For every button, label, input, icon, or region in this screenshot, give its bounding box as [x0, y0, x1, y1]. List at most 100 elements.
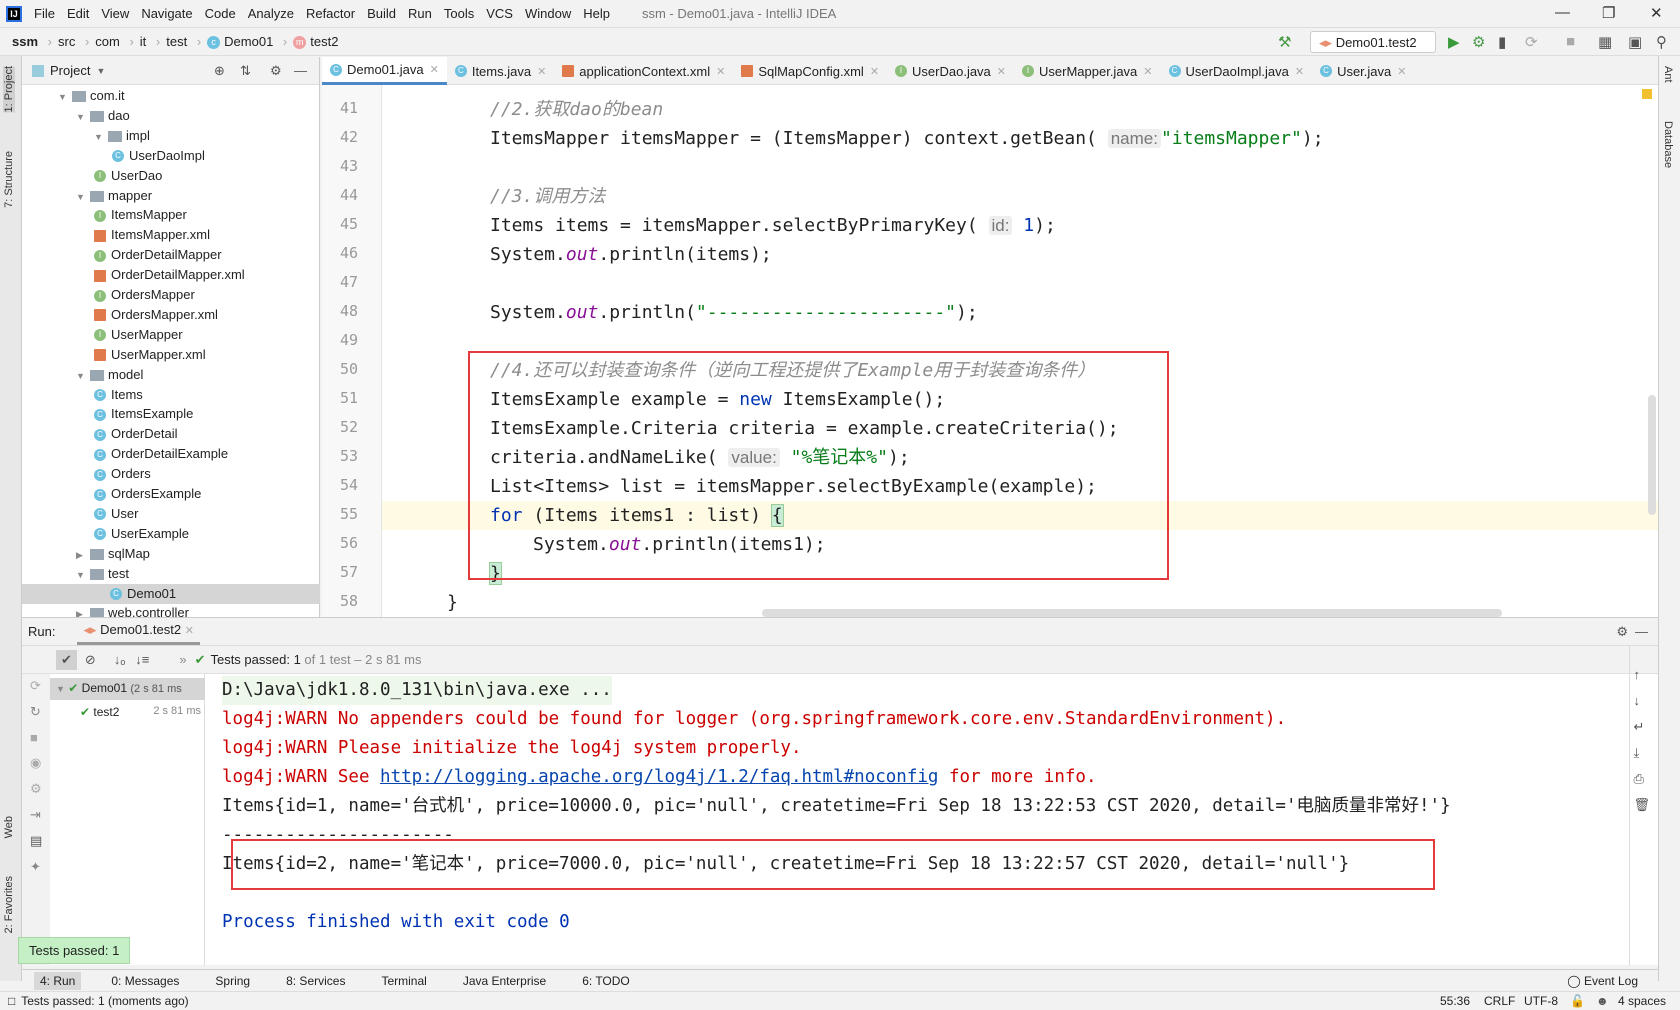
close-tab-icon[interactable]: ✕	[870, 65, 879, 78]
print-icon[interactable]: ⎙	[1633, 766, 1650, 792]
breadcrumb-item[interactable]: test	[166, 34, 201, 49]
sort-duration-icon[interactable]: ↓≡	[135, 652, 149, 667]
tab-items-java[interactable]: C Items.java ✕	[447, 57, 554, 85]
test-row-test2[interactable]: ✔ test2 2 s 81 ms	[50, 702, 205, 722]
run-icon[interactable]: ▶	[1448, 33, 1460, 51]
project-tool-button[interactable]: 1: Project	[3, 66, 15, 113]
tool-window--services[interactable]: 8: Services	[280, 972, 351, 990]
tree-item[interactable]: C OrderDetailExample	[94, 444, 228, 464]
toggle-autotest-icon[interactable]: ↻	[30, 704, 42, 720]
screenshot-icon[interactable]: ◉	[30, 755, 42, 771]
database-tool-button[interactable]: Database	[1662, 121, 1674, 168]
menu-analyze[interactable]: Analyze	[248, 6, 294, 21]
tree-item[interactable]: C User	[94, 504, 138, 524]
file-encoding[interactable]: UTF-8	[1524, 994, 1558, 1008]
indent-setting[interactable]: 4 spaces	[1618, 994, 1666, 1008]
scroll-to-end-icon[interactable]: ⤓	[1633, 740, 1650, 766]
up-arrow-icon[interactable]: ↑	[1633, 662, 1650, 688]
test-row-demo01[interactable]: ▼ ✔ Demo01 (2 s 81 ms	[50, 678, 205, 700]
tree-item[interactable]: C UserExample	[94, 524, 189, 544]
tree-item[interactable]: ▶ sqlMap	[76, 544, 150, 564]
tab-usermapper-java[interactable]: I UserMapper.java ✕	[1014, 57, 1161, 85]
tab-userdao-java[interactable]: I UserDao.java ✕	[887, 57, 1014, 85]
tree-item[interactable]: I OrderDetailMapper	[94, 245, 222, 265]
structure-tool-button[interactable]: 7: Structure	[3, 151, 15, 208]
tool-window--messages[interactable]: 0: Messages	[105, 972, 185, 990]
breadcrumb-item[interactable]: ssm	[12, 34, 52, 49]
tool-window-spring[interactable]: Spring	[209, 972, 256, 990]
tool-window--todo[interactable]: 6: TODO	[576, 972, 636, 990]
layout-icon[interactable]: ▤	[30, 833, 42, 849]
favorites-tool-button[interactable]: 2: Favorites	[3, 876, 15, 933]
show-ignored-icon[interactable]: ⊘	[85, 652, 96, 668]
menu-run[interactable]: Run	[408, 6, 432, 21]
menu-help[interactable]: Help	[583, 6, 610, 21]
tree-item[interactable]: C OrdersExample	[94, 484, 201, 504]
terminal-window-icon[interactable]: ▣	[1628, 33, 1642, 51]
tree-item[interactable]: OrderDetailMapper.xml	[94, 265, 245, 285]
close-tab-icon[interactable]: ✕	[430, 63, 439, 76]
close-tab-icon[interactable]: ✕	[716, 65, 725, 78]
clear-trash-icon[interactable]: 🗑	[1633, 792, 1650, 818]
down-arrow-icon[interactable]: ↓	[1633, 688, 1650, 714]
tab-sqlmapconfig-xml[interactable]: SqlMapConfig.xml ✕	[733, 57, 887, 85]
tree-item[interactable]: ▼ model	[76, 365, 143, 385]
inspector-icon[interactable]: ☻	[1596, 994, 1609, 1008]
tree-item[interactable]: C OrderDetail	[94, 424, 177, 444]
menu-build[interactable]: Build	[367, 6, 396, 21]
tree-item[interactable]: I UserDao	[94, 166, 162, 186]
tool-window-terminal[interactable]: Terminal	[375, 972, 432, 990]
sort-alpha-icon[interactable]: ↓ₒ	[114, 652, 125, 667]
code-line[interactable]: System.out.println(items);	[490, 240, 772, 269]
debug-icon[interactable]: ⚙	[1472, 33, 1485, 51]
editor-vertical-scrollbar[interactable]	[1648, 395, 1656, 515]
code-line[interactable]: Items items = itemsMapper.selectByPrimar…	[490, 211, 1056, 240]
close-tab-icon[interactable]: ✕	[1143, 65, 1152, 78]
menu-vcs[interactable]: VCS	[486, 6, 513, 21]
run-settings-gear-icon[interactable]: ⚙	[1616, 624, 1628, 640]
tree-item[interactable]: C Orders	[94, 464, 151, 484]
event-log-button[interactable]: ◯ Event Log	[1567, 974, 1638, 988]
tree-item[interactable]: I UserMapper	[94, 325, 183, 345]
close-icon[interactable]: ✕	[1650, 4, 1663, 22]
tree-item[interactable]: ▼ mapper	[76, 186, 152, 206]
tree-item[interactable]: C Demo01	[22, 583, 320, 604]
more-icon[interactable]: »	[179, 652, 186, 667]
tree-item[interactable]: ▼ test	[76, 564, 129, 584]
project-structure-icon[interactable]: ▦	[1598, 33, 1612, 51]
close-tab-icon[interactable]: ✕	[185, 625, 194, 637]
stop-icon[interactable]: ■	[1566, 33, 1575, 50]
run-tab[interactable]: ◂▸ Demo01.test2 ✕	[77, 618, 200, 645]
code-editor[interactable]: 41 42 43 44 45 46 47 48 49 50 51 52 53 54 55 56 57 58 //2…	[322, 85, 1658, 617]
close-tab-icon[interactable]: ✕	[997, 65, 1006, 78]
menu-tools[interactable]: Tools	[444, 6, 474, 21]
search-icon[interactable]: ⚲	[1656, 33, 1667, 51]
breadcrumb-item[interactable]: m test2	[293, 34, 344, 50]
rerun-failed-icon[interactable]: ⟳	[30, 678, 42, 694]
hide-run-panel-icon[interactable]: —	[1635, 624, 1648, 639]
menu-view[interactable]: View	[101, 6, 129, 21]
tab-user-java[interactable]: C User.java ✕	[1312, 57, 1414, 85]
expand-down-icon[interactable]: ▼	[76, 187, 90, 207]
soft-wrap-icon[interactable]: ↵	[1633, 714, 1650, 740]
code-line[interactable]: //3.调用方法	[490, 182, 605, 211]
menu-edit[interactable]: Edit	[67, 6, 89, 21]
coverage-icon[interactable]: ▮	[1498, 33, 1506, 51]
code-line[interactable]: ItemsMapper itemsMapper = (ItemsMapper) …	[490, 124, 1324, 153]
tree-item[interactable]: I ItemsMapper	[94, 205, 187, 225]
pin-icon[interactable]: ✦	[30, 859, 42, 875]
log4j-faq-link[interactable]: http://logging.apache.org/log4j/1.2/faq.…	[380, 767, 938, 787]
run-configuration-select[interactable]: ◂▸ Demo01.test2 ▼	[1310, 31, 1436, 65]
breadcrumb-item[interactable]: c Demo01	[207, 34, 287, 50]
breadcrumb-item[interactable]: src	[58, 34, 89, 49]
close-tab-icon[interactable]: ✕	[1295, 65, 1304, 78]
show-passed-icon[interactable]: ✔	[56, 649, 77, 670]
collapse-all-icon[interactable]: ⇅	[240, 63, 251, 79]
ant-tool-button[interactable]: Ant	[1662, 66, 1674, 83]
editor-horizontal-scrollbar[interactable]	[762, 609, 1502, 617]
menu-navigate[interactable]: Navigate	[141, 6, 192, 21]
tab-demo01-java[interactable]: C Demo01.java ✕	[322, 57, 447, 85]
tree-item[interactable]: C ItemsExample	[94, 404, 193, 424]
locate-icon[interactable]: ⊕	[214, 63, 225, 79]
tree-item[interactable]: I OrdersMapper	[94, 285, 195, 305]
